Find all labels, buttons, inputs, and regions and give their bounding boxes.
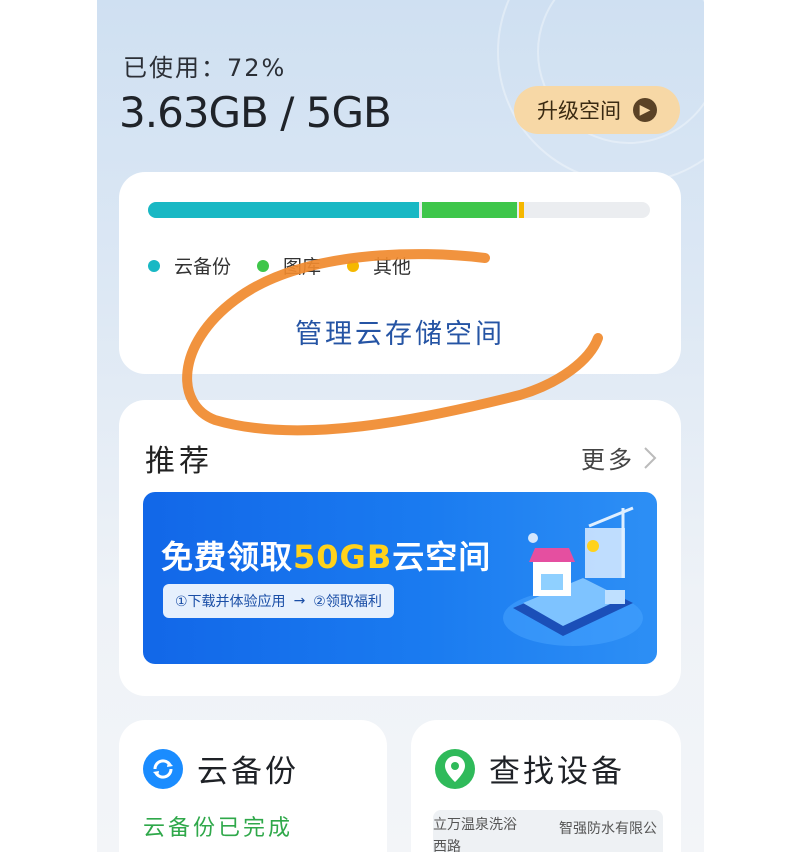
map-label: 立万温泉洗浴 (433, 817, 517, 833)
find-device-title: 查找设备 (489, 754, 625, 790)
legend-label: 其他 (373, 256, 412, 278)
promo-title-highlight: 50GB (293, 538, 393, 576)
find-device-tile[interactable]: 查找设备 立万温泉洗浴 智强防水有限公 西路 (411, 720, 681, 852)
device-map[interactable]: 立万温泉洗浴 智强防水有限公 西路 (433, 810, 663, 852)
more-label: 更多 (581, 446, 635, 474)
cloud-backup-title: 云备份 (197, 754, 299, 790)
usage-percent-label: 已使用：72% (123, 54, 287, 82)
promo-step-1: ①下载并体验应用 (175, 594, 286, 610)
promo-steps: ①下载并体验应用 → ②领取福利 (163, 584, 394, 618)
cloud-backup-icon (143, 748, 183, 789)
legend-item: 云备份 (148, 252, 231, 279)
usage-segment-other (519, 202, 525, 218)
legend-dot (257, 259, 270, 272)
promo-title: 免费领取50GB云空间 (161, 532, 491, 578)
manage-storage-link[interactable]: 管理云存储空间 (119, 312, 681, 351)
legend-item: 其他 (347, 252, 411, 279)
promo-banner[interactable]: 免费领取50GB云空间 ①下载并体验应用 → ②领取福利 (143, 492, 657, 664)
legend-label: 云备份 (174, 256, 232, 278)
usage-segment-gallery (422, 202, 518, 218)
map-label: 智强防水有限公 (559, 821, 657, 837)
map-label: 西路 (433, 839, 461, 852)
promo-title-suffix: 云空间 (392, 538, 492, 576)
promo-title-prefix: 免费领取 (161, 538, 294, 576)
upgrade-space-button[interactable]: 升级空间 ▶ (514, 86, 680, 134)
recommend-title: 推荐 (145, 444, 213, 479)
legend-dot (148, 259, 160, 272)
find-device-header: 查找设备 (435, 746, 625, 791)
cloud-backup-header: 云备份 (143, 746, 299, 791)
storage-usage-bar (148, 202, 650, 218)
promo-step-2: ②领取福利 (313, 594, 382, 610)
more-link[interactable]: 更多 (581, 440, 657, 475)
legend-label: 图库 (283, 256, 322, 278)
usage-amount: 3.63GB / 5GB (119, 88, 392, 137)
legend-dot (347, 259, 360, 272)
arrow-right-icon: → (293, 593, 306, 609)
phone-screen: 已使用：72% 3.63GB / 5GB 升级空间 ▶ 云备份 图库 其他 管理… (97, 0, 704, 852)
location-pin-icon (435, 748, 475, 789)
recommend-card: 推荐 更多 免费领取50GB云空间 ①下载并体验应用 → ②领取福利 (119, 400, 681, 696)
legend-item: 图库 (257, 252, 321, 279)
upgrade-label: 升级空间 (537, 99, 621, 123)
chevron-right-icon (644, 446, 657, 469)
chevron-right-icon: ▶ (633, 98, 657, 122)
usage-segment-backup (148, 202, 420, 218)
cloud-backup-tile[interactable]: 云备份 云备份已完成 (119, 720, 387, 852)
backup-status: 云备份已完成 (143, 816, 294, 841)
storage-legend: 云备份 图库 其他 (148, 252, 411, 279)
storage-card: 云备份 图库 其他 管理云存储空间 (119, 172, 681, 374)
store-illustration (503, 506, 643, 646)
